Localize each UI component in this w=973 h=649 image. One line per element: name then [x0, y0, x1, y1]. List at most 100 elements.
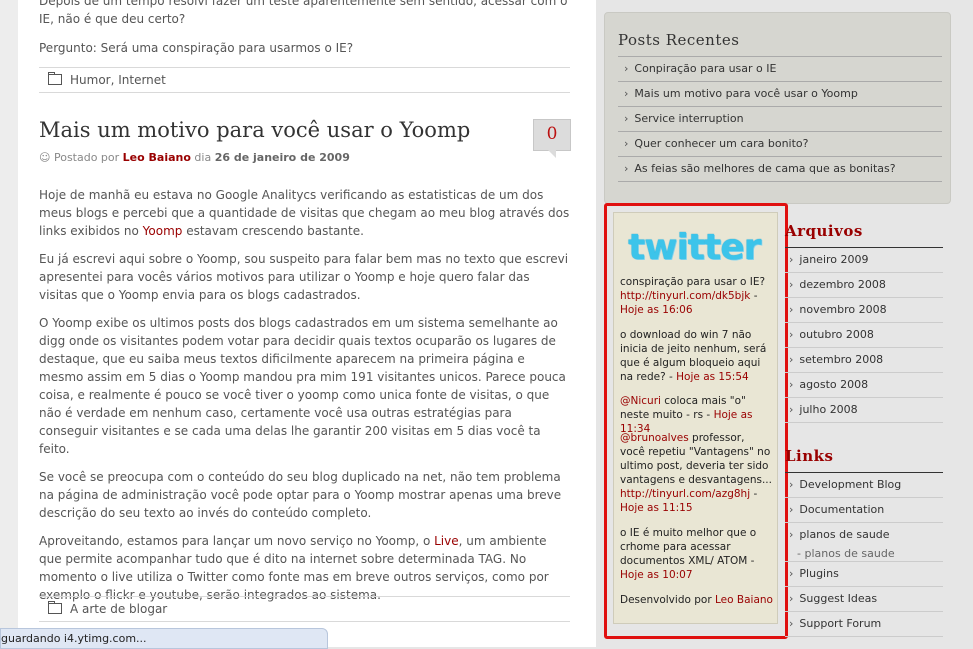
post-paragraph-1: Hoje de manhã eu estava no Google Analit…	[39, 186, 570, 240]
archive-label: outubro 2008	[799, 328, 874, 341]
footer-author-link[interactable]: Leo Baiano	[715, 594, 773, 606]
status-text: guardando i4.ytimg.com...	[1, 632, 147, 645]
link-label: Suggest Ideas	[799, 592, 878, 605]
recent-post-label: Service interruption	[634, 112, 744, 125]
post-paragraph-3: O Yoomp exibe os ultimos posts dos blogs…	[39, 316, 566, 456]
recent-post-item[interactable]: › Quer conhecer um cara bonito?	[618, 132, 942, 157]
main-content: Depois de um tempo resolvi fazer um test…	[18, 0, 596, 647]
sidebar: Posts Recentes › Conpiração para usar o I…	[596, 0, 973, 647]
chevron-right-icon: ›	[789, 303, 794, 316]
post-categories: A arte de blogar	[39, 596, 570, 622]
tweet-text: conspiração para usar o IE?	[620, 276, 766, 288]
tweet-item: @Nicuri coloca mais "o" neste muito - rs…	[620, 394, 772, 436]
page-margin	[0, 0, 18, 647]
chevron-right-icon: ›	[789, 403, 794, 416]
chevron-right-icon: ›	[789, 353, 794, 366]
browser-status-bar: guardando i4.ytimg.com...	[0, 628, 328, 649]
link-description: - planos de saude	[785, 547, 943, 562]
archive-item[interactable]: › dezembro 2008	[785, 273, 943, 298]
tweet-mention[interactable]: @Nicuri	[620, 395, 661, 407]
link-item[interactable]: › Development Blog	[785, 473, 943, 498]
recent-post-item[interactable]: › Service interruption	[618, 107, 942, 132]
tweet-item: conspiração para usar o IE? http://tinyu…	[620, 275, 772, 317]
folder-icon	[48, 72, 62, 85]
p5-text-a: Aproveitando, estamos para lançar um nov…	[39, 534, 431, 548]
archive-item[interactable]: › setembro 2008	[785, 348, 943, 373]
tweet-item: o IE é muito melhor que o crhome para ac…	[620, 526, 772, 582]
link-label: planos de saude	[799, 528, 890, 541]
recent-post-label: Quer conhecer um cara bonito?	[634, 137, 809, 150]
chevron-right-icon: ›	[624, 137, 629, 150]
tweet-item: @brunoalves professor, você repetiu "Van…	[620, 431, 772, 515]
twitter-widget-highlight: twitter conspiração para usar o IE? http…	[604, 203, 788, 639]
twitter-footer: Desenvolvido por Leo Baiano	[620, 594, 773, 606]
post-paragraph-5: Aproveitando, estamos para lançar um nov…	[39, 532, 570, 604]
category-link[interactable]: A arte de blogar	[70, 602, 167, 616]
post-question: Pergunto: Será uma conspiração para usar…	[39, 41, 354, 55]
recent-post-item[interactable]: › As feias são melhores de cama que as bo…	[618, 157, 942, 182]
recent-post-item[interactable]: › Conpiração para usar o IE	[618, 57, 942, 82]
post-text-top: Depois de um tempo resolvi fazer um test…	[39, 0, 568, 26]
link-label: Support Forum	[799, 617, 882, 630]
chevron-right-icon: ›	[789, 378, 794, 391]
tweet-sep: -	[750, 488, 758, 500]
link-item[interactable]: › Suggest Ideas	[785, 587, 943, 612]
tweet-time[interactable]: Hoje as 16:06	[620, 304, 693, 316]
post-paragraph-2: Eu já escrevi aqui sobre o Yoomp, sou su…	[39, 252, 569, 302]
live-link[interactable]: Live	[434, 534, 459, 548]
recent-posts-widget: Posts Recentes › Conpiração para usar o I…	[604, 12, 951, 204]
chevron-right-icon: ›	[789, 592, 794, 605]
yoomp-link[interactable]: Yoomp	[143, 224, 183, 238]
tweet-time[interactable]: Hoje as 11:15	[620, 502, 693, 514]
comment-count: 0	[546, 124, 558, 144]
categories-link[interactable]: Humor, Internet	[70, 73, 166, 87]
archive-item[interactable]: › julho 2008	[785, 398, 943, 423]
archive-item[interactable]: › agosto 2008	[785, 373, 943, 398]
archives-title: Arquivos	[785, 222, 863, 240]
chevron-right-icon: ›	[789, 503, 794, 516]
recent-post-label: Mais um motivo para você usar o Yoomp	[634, 87, 858, 100]
chevron-right-icon: ›	[624, 162, 629, 175]
chevron-right-icon: ›	[789, 567, 794, 580]
comment-count-badge[interactable]: 0	[533, 119, 571, 158]
footer-prefix: Desenvolvido por	[620, 594, 712, 606]
archive-label: dezembro 2008	[799, 278, 886, 291]
archive-item[interactable]: › outubro 2008	[785, 323, 943, 348]
links-title: Links	[785, 447, 834, 465]
link-item[interactable]: › Plugins	[785, 562, 943, 587]
post-title[interactable]: Mais um motivo para você usar o Yoomp	[39, 118, 470, 142]
link-label: Documentation	[799, 503, 885, 516]
prev-post-categories: Humor, Internet	[39, 67, 570, 93]
link-label: Plugins	[799, 567, 839, 580]
recent-post-label: Conpiração para usar o IE	[634, 62, 777, 75]
author-link[interactable]: Leo Baiano	[123, 151, 191, 164]
p1-text-b: estavam crescendo bastante.	[186, 224, 364, 238]
link-item[interactable]: › Support Forum	[785, 612, 943, 637]
recent-posts-title: Posts Recentes	[618, 31, 740, 49]
archive-item[interactable]: › janeiro 2009	[785, 248, 943, 273]
folder-icon	[48, 601, 62, 614]
meta-mid: dia	[194, 151, 212, 164]
tweet-time[interactable]: Hoje as 10:07	[620, 569, 693, 581]
tweet-text: o IE é muito melhor que o crhome para ac…	[620, 527, 757, 567]
recent-posts-list: › Conpiração para usar o IE › Mais um moti…	[618, 56, 942, 182]
link-item[interactable]: › Documentation	[785, 498, 943, 523]
meta-prefix: Postado por	[53, 151, 120, 164]
chevron-right-icon: ›	[789, 617, 794, 630]
recent-post-label: As feias são melhores de cama que as bon…	[634, 162, 896, 175]
author-icon: ☺	[39, 151, 51, 164]
chevron-right-icon: ›	[624, 112, 629, 125]
twitter-logo[interactable]: twitter	[628, 227, 762, 273]
tweet-mention[interactable]: @brunoalves	[620, 432, 689, 444]
archive-label: janeiro 2009	[799, 253, 869, 266]
archive-item[interactable]: › novembro 2008	[785, 298, 943, 323]
tweet-link[interactable]: http://tinyurl.com/azg8hj	[620, 488, 750, 500]
links-list: › Development Blog › Documentation › planos…	[785, 472, 943, 637]
recent-post-item[interactable]: › Mais um motivo para você usar o Yoomp	[618, 82, 942, 107]
link-item[interactable]: › planos de saude	[785, 523, 943, 547]
archives-list: › janeiro 2009 › dezembro 2008 › novembro 2…	[785, 247, 943, 423]
post-date: 26 de janeiro de 2009	[214, 151, 350, 164]
tweet-time[interactable]: Hoje as 15:54	[676, 371, 749, 383]
tweet-link[interactable]: http://tinyurl.com/dk5bjk	[620, 290, 750, 302]
tweet-sep: -	[750, 290, 758, 302]
